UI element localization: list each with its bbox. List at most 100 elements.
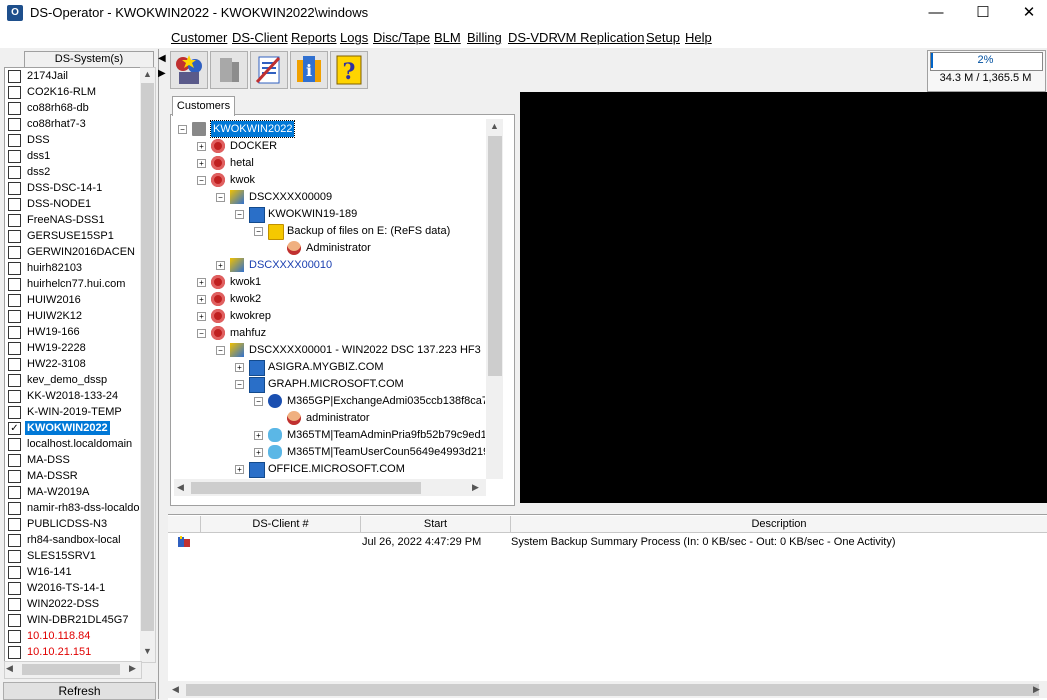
collapse-toggle-icon[interactable]: − xyxy=(254,397,263,406)
ds-system-checkbox[interactable] xyxy=(8,566,21,579)
ds-system-item[interactable]: 2174Jail xyxy=(5,68,141,84)
tree-hscroll-thumb[interactable] xyxy=(191,482,421,494)
grid-scroll-left-icon[interactable]: ◀ xyxy=(172,684,179,695)
ds-system-checkbox[interactable] xyxy=(8,550,21,563)
grid-hscroll-thumb[interactable] xyxy=(186,684,1039,696)
ds-system-item[interactable]: huirhelcn77.hui.com xyxy=(5,276,141,292)
collapse-toggle-icon[interactable]: − xyxy=(216,346,225,355)
grid-header-start[interactable]: Start xyxy=(361,516,511,533)
menu-reports[interactable]: Reports xyxy=(291,30,337,45)
ds-system-checkbox[interactable] xyxy=(8,470,21,483)
ds-system-checkbox[interactable] xyxy=(8,486,21,499)
ds-system-checkbox[interactable] xyxy=(8,294,21,307)
ds-system-item[interactable]: MA-DSS xyxy=(5,452,141,468)
ds-system-item[interactable]: HUIW2K12 xyxy=(5,308,141,324)
ds-system-checkbox[interactable] xyxy=(8,278,21,291)
tab-customers[interactable]: Customers xyxy=(172,96,235,116)
ds-system-item[interactable]: namir-rh83-dss-localdom xyxy=(5,500,141,516)
ds-system-checkbox[interactable] xyxy=(8,502,21,515)
ds-system-item[interactable]: DSS-NODE1 xyxy=(5,196,141,212)
scroll-right-icon[interactable]: ▶ xyxy=(129,663,136,674)
ds-system-checkbox[interactable] xyxy=(8,326,21,339)
ds-system-item[interactable]: W16-141 xyxy=(5,564,141,580)
tree-vscroll-thumb[interactable] xyxy=(488,136,502,376)
ds-system-item[interactable]: W2016-TS-14-1 xyxy=(5,580,141,596)
scroll-down-icon[interactable]: ▼ xyxy=(143,646,152,656)
expand-toggle-icon[interactable]: + xyxy=(197,278,206,287)
expand-toggle-icon[interactable]: + xyxy=(197,159,206,168)
ds-system-item[interactable]: huirh82103 xyxy=(5,260,141,276)
ds-system-checkbox[interactable] xyxy=(8,582,21,595)
expand-toggle-icon[interactable]: + xyxy=(235,363,244,372)
ds-system-checkbox[interactable] xyxy=(8,406,21,419)
ds-list-scroll-thumb[interactable] xyxy=(141,83,154,631)
ds-system-checkbox[interactable] xyxy=(8,182,21,195)
ds-system-item[interactable]: kev_demo_dssp xyxy=(5,372,141,388)
expand-toggle-icon[interactable]: + xyxy=(235,465,244,474)
ds-system-checkbox[interactable] xyxy=(8,646,21,659)
ds-system-checkbox[interactable] xyxy=(8,358,21,371)
tree-scroll-up-icon[interactable]: ▲ xyxy=(490,121,499,131)
menu-blm[interactable]: BLM xyxy=(434,30,461,45)
collapse-toggle-icon[interactable]: − xyxy=(197,176,206,185)
expand-toggle-icon[interactable]: + xyxy=(216,261,225,270)
ds-system-item[interactable]: FreeNAS-DSS1 xyxy=(5,212,141,228)
refresh-button[interactable]: Refresh xyxy=(3,682,156,700)
ds-system-checkbox[interactable] xyxy=(8,214,21,227)
ds-system-checkbox[interactable] xyxy=(8,534,21,547)
ds-system-item[interactable]: CO2K16-RLM xyxy=(5,84,141,100)
tree-node[interactable]: + DSCXXXX00010 xyxy=(174,257,485,273)
expand-toggle-icon[interactable]: + xyxy=(254,431,263,440)
collapse-toggle-icon[interactable]: − xyxy=(197,329,206,338)
ds-system-checkbox[interactable] xyxy=(8,342,21,355)
ds-system-checkbox[interactable] xyxy=(8,166,21,179)
ds-system-checkbox[interactable] xyxy=(8,518,21,531)
activity-row-icon[interactable] xyxy=(177,535,191,549)
ds-system-item[interactable]: 10.10.21.151 xyxy=(5,644,141,660)
ds-system-item[interactable]: DSS xyxy=(5,132,141,148)
tree-node[interactable]: + kwok1 xyxy=(174,274,485,290)
expand-toggle-icon[interactable]: + xyxy=(197,312,206,321)
tree-scroll-right-icon[interactable]: ▶ xyxy=(472,482,479,493)
tree-node[interactable]: + M365TM|TeamUserCoun5649e4993d219c xyxy=(174,444,485,460)
ds-system-checkbox[interactable] xyxy=(8,86,21,99)
tree-node[interactable]: + ASIGRA.MYGBIZ.COM xyxy=(174,359,485,376)
ds-system-item[interactable]: WIN2022-DSS xyxy=(5,596,141,612)
ds-system-item[interactable]: HW22-3108 xyxy=(5,356,141,372)
grid-header-icon-column[interactable] xyxy=(168,516,201,533)
maximize-button[interactable]: ☐ xyxy=(960,0,1006,26)
ds-system-item[interactable]: ✓ KWOKWIN2022 xyxy=(5,420,141,436)
grid-header-description[interactable]: Description xyxy=(511,516,1047,533)
info-tool-button[interactable]: i xyxy=(290,51,328,89)
ds-system-checkbox[interactable] xyxy=(8,390,21,403)
ds-system-item[interactable]: K-WIN-2019-TEMP xyxy=(5,404,141,420)
tree-node[interactable]: Administrator xyxy=(174,240,485,256)
menu-logs[interactable]: Logs xyxy=(340,30,368,45)
menu-customer[interactable]: Customer xyxy=(171,30,227,45)
ds-system-item[interactable]: MA-DSSR xyxy=(5,468,141,484)
tree-node[interactable]: − KWOKWIN19-189 xyxy=(174,206,485,223)
ds-system-item[interactable]: DSS-DSC-14-1 xyxy=(5,180,141,196)
tree-node[interactable]: − Backup of files on E: (ReFS data) xyxy=(174,223,485,240)
ds-system-item[interactable]: HUIW2016 xyxy=(5,292,141,308)
tree-node[interactable]: + OFFICE.MICROSOFT.COM xyxy=(174,461,485,478)
close-button[interactable]: ✕ xyxy=(1006,0,1047,26)
collapse-toggle-icon[interactable]: − xyxy=(216,193,225,202)
ds-system-checkbox[interactable] xyxy=(8,102,21,115)
expand-right-icon[interactable]: ▶ xyxy=(158,68,166,79)
ds-system-item[interactable]: KK-W2018-133-24 xyxy=(5,388,141,404)
ds-system-item[interactable]: HW19-166 xyxy=(5,324,141,340)
tree-node[interactable]: − DSCXXXX00009 xyxy=(174,189,485,205)
menu-help[interactable]: Help xyxy=(685,30,712,45)
ds-system-item[interactable]: co88rhat7-3 xyxy=(5,116,141,132)
collapse-toggle-icon[interactable]: − xyxy=(235,380,244,389)
ds-system-checkbox[interactable] xyxy=(8,454,21,467)
ds-system-checkbox[interactable] xyxy=(8,630,21,643)
ds-list-hscroll-thumb[interactable] xyxy=(22,664,120,675)
ds-system-checkbox[interactable] xyxy=(8,230,21,243)
ds-system-checkbox[interactable]: ✓ xyxy=(8,422,21,435)
collapse-toggle-icon[interactable]: − xyxy=(235,210,244,219)
server-tool-button[interactable] xyxy=(210,51,248,89)
ds-system-item[interactable]: co88rh68-db xyxy=(5,100,141,116)
ds-system-checkbox[interactable] xyxy=(8,70,21,83)
